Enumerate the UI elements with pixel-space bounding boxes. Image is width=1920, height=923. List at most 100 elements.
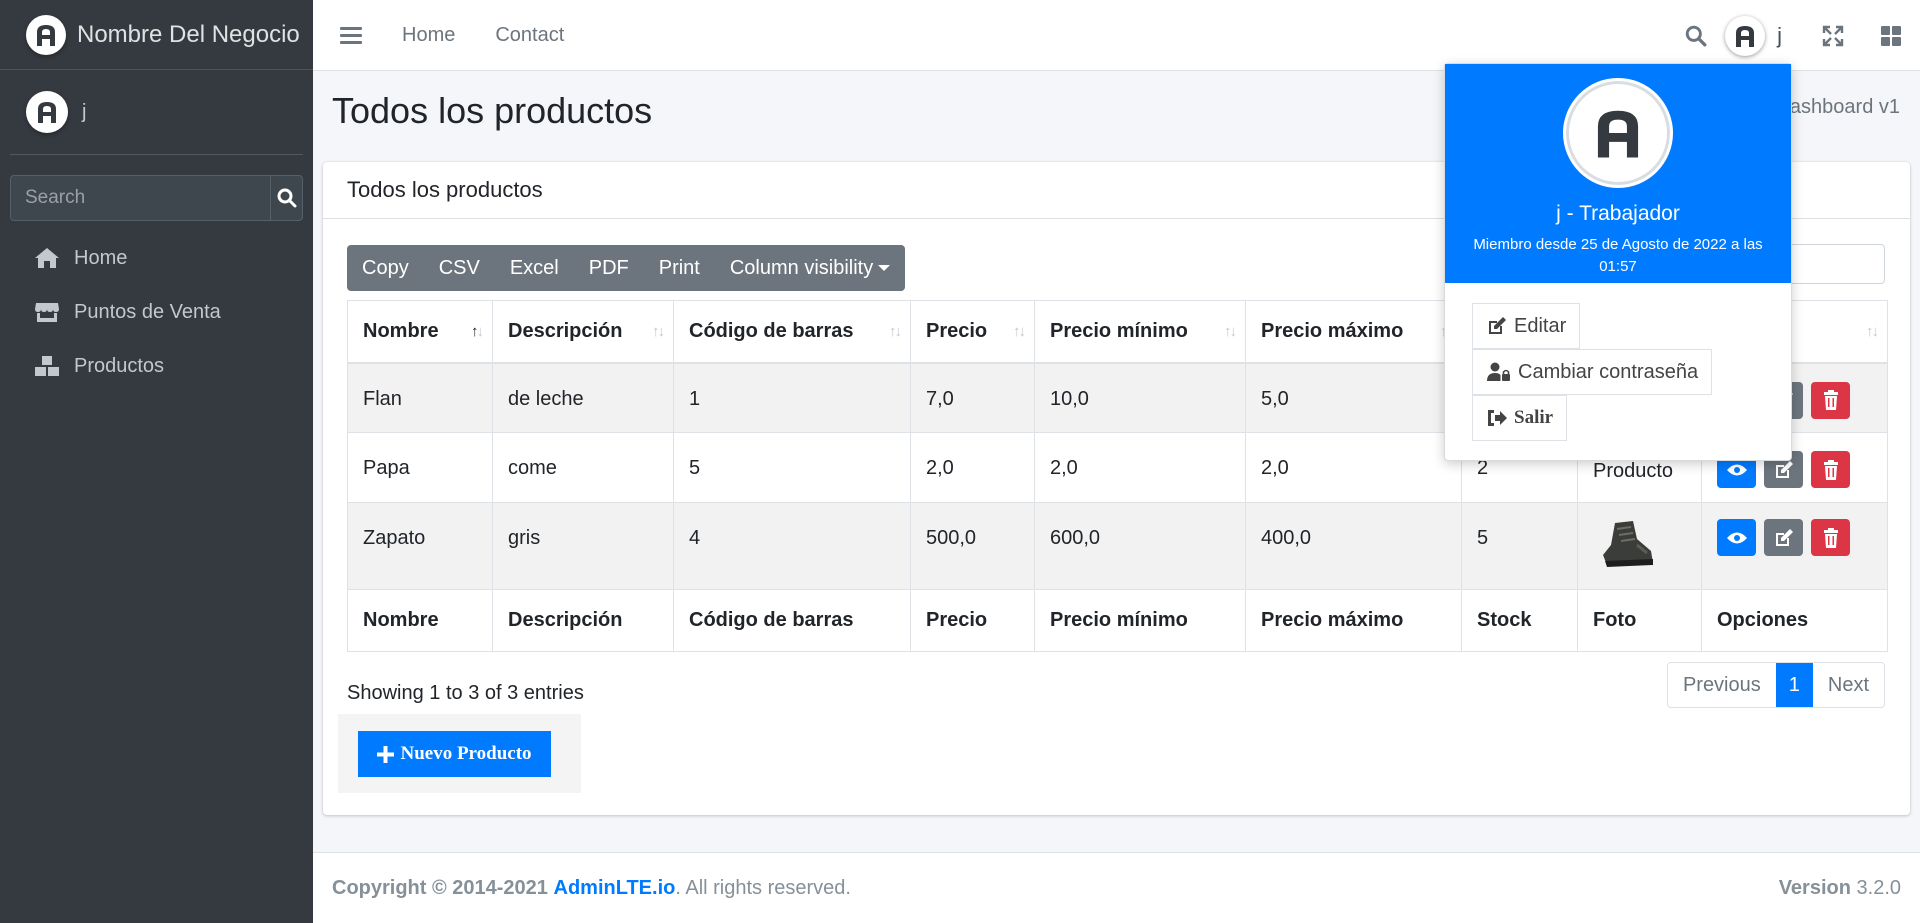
- footer-copyright: Copyright © 2014-2021: [332, 876, 548, 899]
- delete-button[interactable]: [1811, 451, 1850, 488]
- sidebar-item-label: Puntos de Venta: [74, 300, 221, 323]
- product-photo-boot: [1597, 518, 1653, 574]
- table-cell: 5: [1461, 502, 1578, 590]
- footer-link[interactable]: AdminLTE.io: [554, 877, 676, 900]
- sort-icon: ↑↓: [1013, 323, 1026, 340]
- version-label: Version: [1778, 876, 1851, 899]
- table-cell: de leche: [492, 362, 674, 433]
- sidebar-item-productos[interactable]: Productos: [10, 339, 303, 393]
- delete-button[interactable]: [1811, 519, 1850, 556]
- table-cell: 5: [673, 432, 911, 503]
- eye-icon: [1726, 464, 1747, 475]
- user-panel[interactable]: j: [10, 70, 303, 155]
- column-visibility-button[interactable]: Column visibility: [715, 245, 905, 291]
- sort-icon: ↑↓: [1866, 323, 1879, 340]
- sidebar-search-input[interactable]: [10, 175, 270, 221]
- edit-button[interactable]: [1764, 519, 1803, 556]
- change-password-label: Cambiar contraseña: [1518, 360, 1699, 383]
- page-footer: Copyright © 2014-2021 AdminLTE.io. All r…: [313, 852, 1920, 923]
- trash-icon: [1823, 390, 1838, 410]
- sort-asc-icon: ↑↓: [471, 323, 484, 340]
- breadcrumb: ashboard v1: [1789, 96, 1900, 118]
- table-cell: come: [492, 432, 674, 503]
- new-product-button[interactable]: Nuevo Producto: [358, 731, 551, 777]
- nav-link-home[interactable]: Home: [402, 24, 455, 47]
- footer-header: Precio mínimo: [1034, 589, 1246, 652]
- fullscreen-button[interactable]: [1804, 25, 1862, 47]
- table-cell: 400,0: [1245, 502, 1462, 590]
- footer-header: Nombre: [347, 589, 493, 652]
- eye-icon: [1726, 532, 1747, 543]
- change-password-button[interactable]: Cambiar contraseña: [1472, 349, 1713, 395]
- column-header-codigo[interactable]: Código de barras ↑↓: [673, 300, 911, 364]
- control-sidebar-button[interactable]: [1862, 25, 1920, 47]
- user-header: j - Trabajador Miembro desde 25 de Agost…: [1445, 64, 1791, 283]
- delete-button[interactable]: [1811, 381, 1850, 419]
- sidebar-item-puntos-de-venta[interactable]: Puntos de Venta: [10, 285, 303, 339]
- copy-button[interactable]: Copy: [347, 245, 424, 291]
- brand-link[interactable]: Nombre Del Negocio: [0, 0, 313, 70]
- footer-header: Precio: [910, 589, 1035, 652]
- footer-header: Descripción: [492, 589, 674, 652]
- footer-header: Stock: [1461, 589, 1578, 652]
- header-label: Precio: [926, 319, 988, 342]
- caret-down-icon: [878, 265, 891, 271]
- column-header-descripcion[interactable]: Descripción ↑↓: [492, 300, 674, 364]
- header-label: Descripción: [508, 319, 623, 342]
- column-visibility-label: Column visibility: [729, 256, 874, 279]
- nav-link-contact[interactable]: Contact: [495, 24, 564, 47]
- user-avatar-large: [1563, 78, 1673, 188]
- sidebar-item-label: Productos: [74, 354, 165, 377]
- table-cell: 1: [673, 362, 911, 433]
- table-cell: 600,0: [1034, 502, 1246, 590]
- edit-icon: [1775, 460, 1793, 478]
- footer-rights: . All rights reserved.: [675, 876, 851, 899]
- edit-profile-button[interactable]: Editar: [1472, 303, 1581, 349]
- expand-icon: [1822, 25, 1844, 46]
- table-cell: Zapato: [347, 502, 493, 590]
- excel-button[interactable]: Excel: [495, 245, 574, 291]
- print-button[interactable]: Print: [644, 245, 715, 291]
- grid-icon: [1881, 25, 1901, 46]
- menu-toggle-icon[interactable]: [340, 23, 362, 48]
- table-cell-options: [1701, 502, 1888, 590]
- next-page-button[interactable]: Next: [1813, 663, 1884, 707]
- table-cell: Papa: [347, 432, 493, 503]
- navbar-right: j: [1667, 0, 1920, 71]
- table-cell: 500,0: [910, 502, 1035, 590]
- previous-page-button[interactable]: Previous: [1668, 663, 1776, 707]
- sidebar-search-button[interactable]: [270, 175, 303, 221]
- sidebar-item-home[interactable]: Home: [10, 231, 303, 285]
- header-label: Nombre: [363, 319, 439, 342]
- brand-name: Nombre Del Negocio: [77, 20, 300, 48]
- column-header-nombre[interactable]: Nombre ↑↓: [347, 300, 493, 364]
- footer-header: Código de barras: [673, 589, 911, 652]
- header-label: Código de barras: [689, 319, 854, 342]
- table-info: Showing 1 to 3 of 3 entries: [347, 682, 584, 704]
- logout-button[interactable]: Salir: [1472, 395, 1568, 441]
- table-row: Zapato gris 4 500,0 600,0 400,0 5: [347, 502, 1888, 590]
- column-header-precio-maximo[interactable]: Precio máximo↑↓: [1245, 300, 1462, 364]
- sidebar-search: [10, 175, 303, 221]
- new-product-area: Nuevo Producto: [338, 714, 581, 793]
- version-number: 3.2.0: [1856, 876, 1901, 899]
- plus-icon: [377, 745, 395, 763]
- export-buttons: Copy CSV Excel PDF Print Column visibili…: [347, 245, 906, 291]
- trash-icon: [1823, 459, 1838, 480]
- trash-icon: [1823, 527, 1838, 548]
- page-1-button[interactable]: 1: [1775, 663, 1813, 707]
- table-cell: 4: [673, 502, 911, 590]
- column-header-precio[interactable]: Precio ↑↓: [910, 300, 1035, 364]
- navbar-search-button[interactable]: [1667, 25, 1725, 47]
- user-avatar: [26, 91, 68, 133]
- footer-header: Opciones: [1701, 589, 1888, 652]
- csv-button[interactable]: CSV: [424, 245, 495, 291]
- user-menu-toggle[interactable]: j: [1725, 15, 1782, 56]
- table-cell: 7,0: [910, 362, 1035, 433]
- view-button[interactable]: [1717, 519, 1756, 556]
- search-icon: [277, 188, 296, 208]
- pdf-button[interactable]: PDF: [574, 245, 644, 291]
- column-header-precio-minimo[interactable]: Precio mínimo ↑↓: [1034, 300, 1246, 364]
- edit-icon: [1489, 317, 1506, 334]
- sidebar-item-label: Home: [74, 246, 128, 269]
